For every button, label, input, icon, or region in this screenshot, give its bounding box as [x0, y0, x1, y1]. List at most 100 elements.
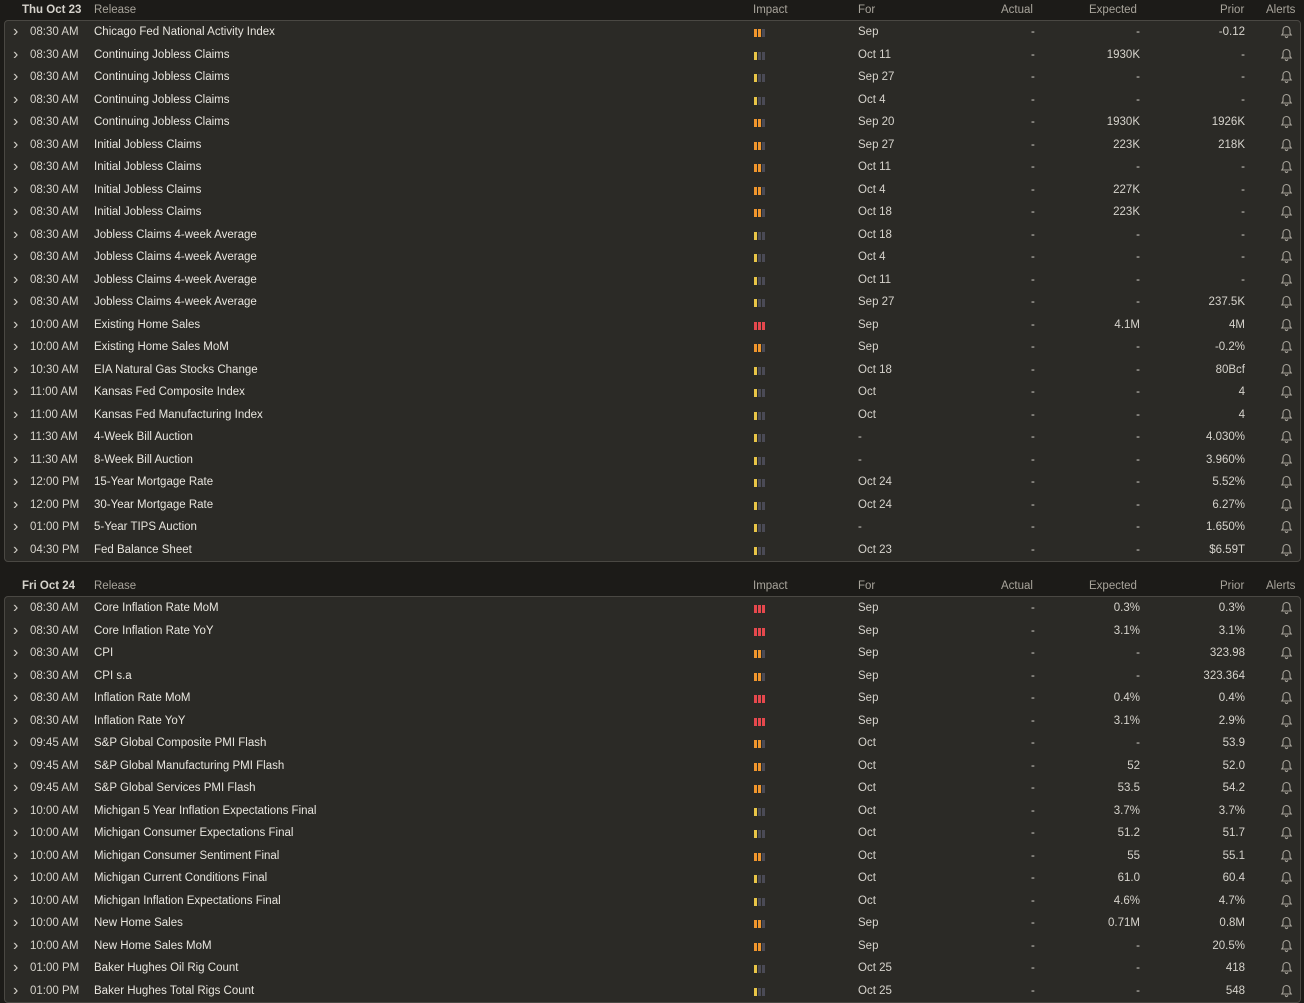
event-row[interactable]: › 08:30 AM Jobless Claims 4-week Average Oc… [5, 246, 1300, 269]
event-row[interactable]: › 10:30 AM EIA Natural Gas Stocks Change Oc… [5, 359, 1300, 382]
bell-icon[interactable] [1280, 691, 1293, 705]
event-row[interactable]: › 08:30 AM Jobless Claims 4-week Average Oc… [5, 269, 1300, 292]
bell-icon[interactable] [1280, 543, 1293, 557]
event-row[interactable]: › 11:30 AM 4-Week Bill Auction - - - 4.030% [5, 426, 1300, 449]
event-row[interactable]: › 08:30 AM Continuing Jobless Claims Oct 4 -… [5, 89, 1300, 112]
chevron-right-icon[interactable]: › [13, 777, 18, 800]
chevron-right-icon[interactable]: › [13, 665, 18, 688]
bell-icon[interactable] [1280, 115, 1293, 129]
chevron-right-icon[interactable]: › [13, 845, 18, 868]
event-row[interactable]: › 10:00 AM New Home Sales Sep - 0.71M 0.8M [5, 912, 1300, 935]
bell-icon[interactable] [1280, 669, 1293, 683]
bell-icon[interactable] [1280, 781, 1293, 795]
event-row[interactable]: › 11:30 AM 8-Week Bill Auction - - - 3.960% [5, 449, 1300, 472]
event-row[interactable]: › 11:00 AM Kansas Fed Manufacturing Index O… [5, 404, 1300, 427]
bell-icon[interactable] [1280, 646, 1293, 660]
bell-icon[interactable] [1280, 736, 1293, 750]
event-row[interactable]: › 12:00 PM 15-Year Mortgage Rate Oct 24 - - 5.… [5, 471, 1300, 494]
event-row[interactable]: › 10:00 AM Existing Home Sales Sep - 4.1M 4M [5, 314, 1300, 337]
chevron-right-icon[interactable]: › [13, 471, 18, 494]
event-row[interactable]: › 10:00 AM Michigan Consumer Expectations … [5, 822, 1300, 845]
bell-icon[interactable] [1280, 849, 1293, 863]
event-row[interactable]: › 08:30 AM CPI s.a Sep - - 323.364 [5, 665, 1300, 688]
chevron-right-icon[interactable]: › [13, 179, 18, 202]
bell-icon[interactable] [1280, 408, 1293, 422]
event-row[interactable]: › 10:00 AM Michigan 5 Year Inflation Expec… [5, 800, 1300, 823]
event-row[interactable]: › 01:00 PM Baker Hughes Oil Rig Count Oct 2… [5, 957, 1300, 980]
bell-icon[interactable] [1280, 48, 1293, 62]
chevron-right-icon[interactable]: › [13, 732, 18, 755]
chevron-right-icon[interactable]: › [13, 66, 18, 89]
bell-icon[interactable] [1280, 624, 1293, 638]
bell-icon[interactable] [1280, 295, 1293, 309]
chevron-right-icon[interactable]: › [13, 269, 18, 292]
bell-icon[interactable] [1280, 183, 1293, 197]
bell-icon[interactable] [1280, 273, 1293, 287]
chevron-right-icon[interactable]: › [13, 597, 18, 620]
bell-icon[interactable] [1280, 250, 1293, 264]
chevron-right-icon[interactable]: › [13, 710, 18, 733]
bell-icon[interactable] [1280, 984, 1293, 998]
chevron-right-icon[interactable]: › [13, 912, 18, 935]
event-row[interactable]: › 08:30 AM Initial Jobless Claims Oct 11 - - - [5, 156, 1300, 179]
chevron-right-icon[interactable]: › [13, 516, 18, 539]
bell-icon[interactable] [1280, 205, 1293, 219]
chevron-right-icon[interactable]: › [13, 935, 18, 958]
bell-icon[interactable] [1280, 916, 1293, 930]
bell-icon[interactable] [1280, 228, 1293, 242]
chevron-right-icon[interactable]: › [13, 314, 18, 337]
chevron-right-icon[interactable]: › [13, 246, 18, 269]
bell-icon[interactable] [1280, 93, 1293, 107]
event-row[interactable]: › 08:30 AM Chicago Fed National Activity I… [5, 21, 1300, 44]
bell-icon[interactable] [1280, 520, 1293, 534]
bell-icon[interactable] [1280, 475, 1293, 489]
chevron-right-icon[interactable]: › [13, 494, 18, 517]
bell-icon[interactable] [1280, 70, 1293, 84]
bell-icon[interactable] [1280, 363, 1293, 377]
event-row[interactable]: › 08:30 AM Jobless Claims 4-week Average Se… [5, 291, 1300, 314]
chevron-right-icon[interactable]: › [13, 980, 18, 1003]
event-row[interactable]: › 11:00 AM Kansas Fed Composite Index Oct - -… [5, 381, 1300, 404]
event-row[interactable]: › 08:30 AM Core Inflation Rate MoM Sep - 0.3%… [5, 597, 1300, 620]
bell-icon[interactable] [1280, 318, 1293, 332]
event-row[interactable]: › 10:00 AM Existing Home Sales MoM Sep - - -0.… [5, 336, 1300, 359]
event-row[interactable]: › 08:30 AM Initial Jobless Claims Oct 18 - 22… [5, 201, 1300, 224]
chevron-right-icon[interactable]: › [13, 381, 18, 404]
event-row[interactable]: › 08:30 AM Inflation Rate YoY Sep - 3.1% 2.9% [5, 710, 1300, 733]
chevron-right-icon[interactable]: › [13, 426, 18, 449]
event-row[interactable]: › 08:30 AM Continuing Jobless Claims Sep 27… [5, 66, 1300, 89]
event-row[interactable]: › 04:30 PM Fed Balance Sheet Oct 23 - - $6.59T [5, 539, 1300, 562]
bell-icon[interactable] [1280, 160, 1293, 174]
bell-icon[interactable] [1280, 385, 1293, 399]
bell-icon[interactable] [1280, 804, 1293, 818]
event-row[interactable]: › 08:30 AM CPI Sep - - 323.98 [5, 642, 1300, 665]
event-row[interactable]: › 10:00 AM Michigan Consumer Sentiment Fin… [5, 845, 1300, 868]
chevron-right-icon[interactable]: › [13, 44, 18, 67]
chevron-right-icon[interactable]: › [13, 822, 18, 845]
chevron-right-icon[interactable]: › [13, 957, 18, 980]
event-row[interactable]: › 01:00 PM Baker Hughes Total Rigs Count Oc… [5, 980, 1300, 1003]
bell-icon[interactable] [1280, 601, 1293, 615]
chevron-right-icon[interactable]: › [13, 224, 18, 247]
chevron-right-icon[interactable]: › [13, 755, 18, 778]
event-row[interactable]: › 09:45 AM S&P Global Services PMI Flash Oc… [5, 777, 1300, 800]
chevron-right-icon[interactable]: › [13, 21, 18, 44]
bell-icon[interactable] [1280, 961, 1293, 975]
event-row[interactable]: › 08:30 AM Jobless Claims 4-week Average Oc… [5, 224, 1300, 247]
chevron-right-icon[interactable]: › [13, 359, 18, 382]
chevron-right-icon[interactable]: › [13, 134, 18, 157]
bell-icon[interactable] [1280, 498, 1293, 512]
bell-icon[interactable] [1280, 430, 1293, 444]
chevron-right-icon[interactable]: › [13, 111, 18, 134]
chevron-right-icon[interactable]: › [13, 291, 18, 314]
chevron-right-icon[interactable]: › [13, 336, 18, 359]
event-row[interactable]: › 08:30 AM Initial Jobless Claims Sep 27 - 22… [5, 134, 1300, 157]
chevron-right-icon[interactable]: › [13, 620, 18, 643]
bell-icon[interactable] [1280, 138, 1293, 152]
event-row[interactable]: › 09:45 AM S&P Global Manufacturing PMI Fl… [5, 755, 1300, 778]
chevron-right-icon[interactable]: › [13, 642, 18, 665]
event-row[interactable]: › 09:45 AM S&P Global Composite PMI Flash O… [5, 732, 1300, 755]
bell-icon[interactable] [1280, 340, 1293, 354]
bell-icon[interactable] [1280, 939, 1293, 953]
chevron-right-icon[interactable]: › [13, 890, 18, 913]
